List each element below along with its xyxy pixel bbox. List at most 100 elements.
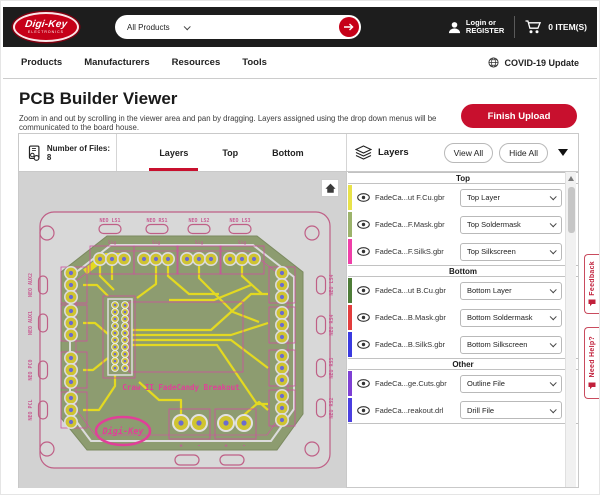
svg-text:Sig: Sig <box>108 240 116 246</box>
search-submit-button[interactable] <box>339 17 359 37</box>
eye-visibility-icon[interactable] <box>357 247 370 256</box>
layer-row: FadeCa...ut F.Cu.gbr Top Layer <box>348 184 578 211</box>
svg-text:NEO RS2: NEO RS2 <box>329 397 335 418</box>
search-category-select[interactable]: All Products <box>115 15 199 39</box>
search-category-label: All Products <box>127 23 170 32</box>
eye-visibility-icon[interactable] <box>357 286 370 295</box>
collapse-panel-arrow[interactable] <box>558 149 568 156</box>
eye-visibility-icon[interactable] <box>357 313 370 322</box>
pcb-files-icon <box>27 145 42 161</box>
layers-list: Top FadeCa...ut F.Cu.gbr Top Layer FadeC… <box>348 172 578 487</box>
tab-top[interactable]: Top <box>222 134 238 171</box>
section-header-other: Other <box>348 358 578 370</box>
tab-bottom[interactable]: Bottom <box>272 134 304 171</box>
section-header-top: Top <box>348 172 578 184</box>
svg-text:Sig: Sig <box>195 240 203 246</box>
tab-layers[interactable]: Layers <box>159 134 188 171</box>
svg-text:NEO RS1: NEO RS1 <box>146 218 167 224</box>
layer-assignment-select[interactable]: Bottom Soldermask <box>460 309 562 327</box>
hide-all-button[interactable]: Hide All <box>499 143 548 163</box>
layer-assignment-select[interactable]: Top Silkscreen <box>460 243 562 261</box>
builder-toolbar: Number of Files: 8 Layers Top Bottom Lay… <box>19 134 578 172</box>
scrollbar-thumb[interactable] <box>568 187 575 233</box>
layer-row: FadeCa...ut B.Cu.gbr Bottom Layer <box>348 277 578 304</box>
layer-assignment-select[interactable]: Bottom Silkscreen <box>460 336 562 354</box>
layers-panel-title: Layers <box>378 147 409 158</box>
layer-filename: FadeCa...F.Mask.gbr <box>375 220 455 229</box>
finish-upload-button[interactable]: Finish Upload <box>461 104 577 128</box>
svg-text:-: - <box>242 443 245 449</box>
section-header-bottom: Bottom <box>348 265 578 277</box>
help-bubble-icon <box>588 382 596 390</box>
person-icon <box>448 21 461 34</box>
covid-update-link[interactable]: COVID-19 Update <box>488 57 579 68</box>
nav-item-tools[interactable]: Tools <box>242 57 267 68</box>
layer-row: FadeCa...ge.Cuts.gbr Outline File <box>348 370 578 397</box>
layer-color-bar <box>348 398 352 422</box>
login-register-link[interactable]: Login or REGISTER <box>448 19 504 36</box>
scroll-up-arrow[interactable] <box>568 176 574 181</box>
svg-text:NEO LS1: NEO LS1 <box>99 218 120 224</box>
logo-text: Digi-Key <box>24 20 68 30</box>
layer-assignment-select[interactable]: Bottom Layer <box>460 282 562 300</box>
cart-button[interactable]: 0 ITEM(S) <box>525 20 587 34</box>
layer-row: FadeCa...B.SilkS.gbr Bottom Silkscreen <box>348 331 578 358</box>
layers-icon <box>355 145 372 160</box>
eye-visibility-icon[interactable] <box>357 340 370 349</box>
feedback-tab[interactable]: Feedback <box>584 254 599 314</box>
svg-text:NEO LS4: NEO LS4 <box>329 274 335 295</box>
covid-update-label: COVID-19 Update <box>504 58 579 68</box>
layer-row: FadeCa...reakout.drl Drill File <box>348 397 578 424</box>
nav-item-products[interactable]: Products <box>21 57 62 68</box>
view-all-button[interactable]: View All <box>444 143 494 163</box>
layer-row: FadeCa...F.SilkS.gbr Top Silkscreen <box>348 238 578 265</box>
chevron-down-icon <box>550 340 557 347</box>
nav-item-resources[interactable]: Resources <box>172 57 221 68</box>
eye-visibility-icon[interactable] <box>357 220 370 229</box>
home-icon <box>324 182 337 194</box>
cart-count-label: 0 ITEM(S) <box>548 22 587 32</box>
chevron-down-icon <box>550 193 557 200</box>
pcb-silkscreen-title: Craw II FadeCandy Breakout <box>122 383 239 392</box>
cart-icon <box>525 20 542 34</box>
main-nav: Products Manufacturers Resources Tools C… <box>3 47 597 79</box>
layer-color-bar <box>348 278 352 303</box>
layer-row: FadeCa...B.Mask.gbr Bottom Soldermask <box>348 304 578 331</box>
nav-item-manufacturers[interactable]: Manufacturers <box>84 57 149 68</box>
pcb-viewer-canvas[interactable]: NEO LS1 NEO RS1 NEO LS2 NEO LS3 NEO AUX2… <box>19 172 347 488</box>
globe-icon <box>488 57 499 68</box>
layer-color-bar <box>348 332 352 357</box>
layer-assignment-select[interactable]: Top Soldermask <box>460 216 562 234</box>
need-help-tab[interactable]: Need Help? <box>584 327 599 399</box>
layers-scrollbar[interactable] <box>565 172 576 487</box>
layer-assignment-select[interactable]: Drill File <box>460 401 562 419</box>
eye-visibility-icon[interactable] <box>357 406 370 415</box>
view-tabs: Layers Top Bottom <box>117 134 347 171</box>
digikey-logo[interactable]: Digi-Key ELECTRONICS <box>13 12 79 42</box>
login-line2: REGISTER <box>466 27 504 36</box>
chevron-down-icon <box>550 379 557 386</box>
chevron-down-icon <box>550 220 557 227</box>
layers-panel-header: Layers View All Hide All <box>347 134 578 171</box>
layer-filename: FadeCa...ut F.Cu.gbr <box>375 193 455 202</box>
layer-assignment-select[interactable]: Outline File <box>460 375 562 393</box>
chevron-down-icon <box>550 313 557 320</box>
eye-visibility-icon[interactable] <box>357 193 370 202</box>
pcb-builder-page: Digi-Key ELECTRONICS All Products <box>0 0 600 495</box>
svg-text:NEO AUX1: NEO AUX1 <box>28 311 34 335</box>
layer-assignment-select[interactable]: Top Layer <box>460 189 562 207</box>
layer-color-bar <box>348 185 352 210</box>
layer-filename: FadeCa...F.SilkS.gbr <box>375 247 455 256</box>
layer-color-bar <box>348 371 352 396</box>
layer-color-bar <box>348 305 352 330</box>
site-header: Digi-Key ELECTRONICS All Products <box>3 7 597 47</box>
search-input[interactable] <box>199 15 339 39</box>
svg-text:NEO RS3: NEO RS3 <box>329 357 335 378</box>
reset-view-button[interactable] <box>321 179 339 197</box>
layer-color-bar <box>348 239 352 264</box>
eye-visibility-icon[interactable] <box>357 379 370 388</box>
chevron-down-icon <box>550 406 557 413</box>
file-count-label: Number of Files: 8 <box>47 144 116 162</box>
svg-text:Sig: Sig <box>152 240 160 246</box>
svg-text:NEO AUX2: NEO AUX2 <box>28 273 34 297</box>
